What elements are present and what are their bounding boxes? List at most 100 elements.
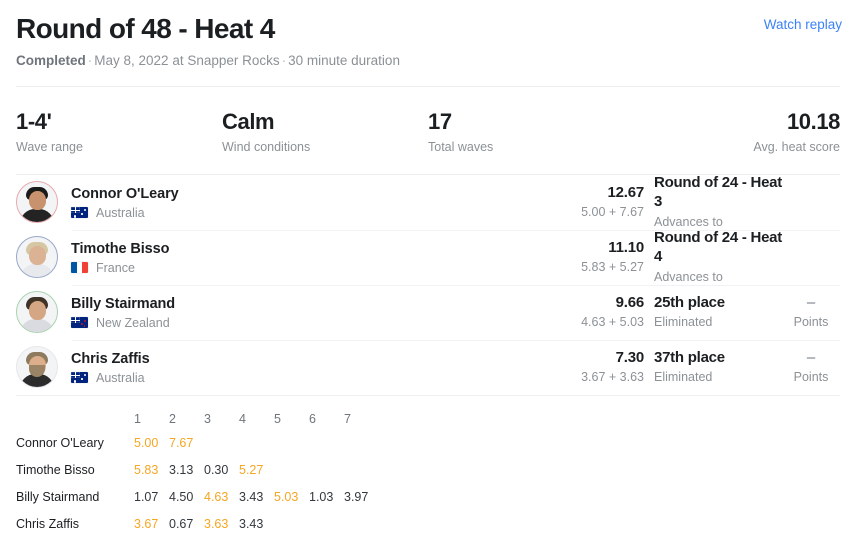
athlete-country: Australia [71, 206, 179, 220]
heat-results-page: Round of 48 - Heat 4 Completed · May 8, 20… [0, 0, 856, 551]
wave-score [344, 511, 379, 538]
wave-score [309, 430, 344, 457]
athlete-name: Connor O'Leary [71, 185, 179, 202]
stat-value: 10.18 [786, 108, 840, 134]
stat-avg-heat-score: 10.18 Avg. heat score [634, 109, 840, 154]
wave-header-4: 4 [239, 411, 246, 426]
wave-score: 3.43 [239, 490, 264, 505]
score-breakdown: 5.00 + 7.67 [581, 205, 644, 220]
wave-header-6: 6 [309, 411, 316, 426]
heat-header: Round of 48 - Heat 4 Completed · May 8, 20… [0, 0, 856, 70]
wave-table-header-row: 1 2 3 4 5 6 7 [16, 408, 840, 430]
avatar [16, 181, 58, 224]
athlete-name: Timothe Bisso [71, 240, 170, 257]
wave-header-spacer [379, 408, 840, 430]
outcome-label: Eliminated [654, 315, 713, 330]
athlete-text: Connor O'Leary Australia [71, 185, 179, 220]
avatar [16, 291, 58, 334]
country-name: Australia [96, 205, 145, 220]
wave-header-5: 5 [274, 411, 281, 426]
surfer-row[interactable]: Connor O'Leary Australia 12.67 5.00 + 7.… [16, 174, 840, 230]
wave-scores-section: 1 2 3 4 5 6 7 Connor O'Leary 5.00 7.67 T… [0, 396, 856, 538]
outcome-destination: 25th place [654, 293, 725, 311]
stat-value: 1-4' [16, 108, 52, 134]
wave-score: 5.83 [134, 463, 159, 478]
wave-row-spacer [379, 457, 840, 484]
wave-row-spacer [379, 511, 840, 538]
stat-label: Wave range [16, 139, 83, 154]
wave-row-athlete: Chris Zaffis [16, 517, 79, 532]
wave-score [344, 457, 379, 484]
country-name: Australia [96, 370, 145, 385]
heat-total: 12.67 [607, 183, 644, 201]
athlete-country: New Zealand [71, 316, 175, 330]
outcome-block[interactable]: Round of 24 - Heat 3 Advances to [654, 174, 782, 230]
points-label: Points [793, 370, 829, 385]
fr-flag-icon [71, 262, 88, 274]
points-label: Points [793, 315, 829, 330]
heat-duration: 30 minute duration [288, 53, 400, 69]
stat-value: 17 [428, 108, 452, 134]
wave-scores-table: 1 2 3 4 5 6 7 Connor O'Leary 5.00 7.67 T… [16, 408, 840, 538]
athlete-country: Australia [71, 371, 150, 385]
athlete-name: Billy Stairmand [71, 295, 176, 312]
athlete-billy-stairmand[interactable]: Billy Stairmand New Zealand [16, 291, 544, 334]
page-title: Round of 48 - Heat 4 [16, 13, 275, 44]
stat-value: Calm [222, 108, 275, 134]
score-block: 7.30 3.67 + 3.63 [544, 349, 654, 386]
stat-label: Wind conditions [222, 139, 311, 154]
outcome-label: Advances to [654, 214, 723, 229]
au-flag-icon [71, 207, 88, 219]
score-breakdown: 4.63 + 5.03 [581, 315, 644, 330]
athlete-timothe-bisso[interactable]: Timothe Bisso France [16, 236, 544, 279]
athlete-connor-oleary[interactable]: Connor O'Leary Australia [16, 181, 544, 224]
athlete-text: Billy Stairmand New Zealand [71, 295, 175, 330]
stat-wave-range: 1-4' Wave range [16, 109, 222, 154]
score-breakdown: 3.67 + 3.63 [581, 370, 644, 385]
outcome-block[interactable]: Round of 24 - Heat 4 Advances to [654, 229, 782, 285]
score-block: 9.66 4.63 + 5.03 [544, 294, 654, 331]
score-block: 12.67 5.00 + 7.67 [544, 184, 654, 221]
avatar [16, 346, 58, 389]
heat-total: 11.10 [608, 238, 644, 256]
wave-row-athlete: Connor O'Leary [16, 436, 104, 451]
score-breakdown: 5.83 + 5.27 [581, 260, 644, 275]
table-row: Timothe Bisso 5.83 3.13 0.30 5.27 [16, 457, 840, 484]
surfer-list: Connor O'Leary Australia 12.67 5.00 + 7.… [0, 174, 856, 395]
surfer-row[interactable]: Billy Stairmand New Zealand 9.66 4.63 + … [16, 284, 840, 340]
outcome-block: 37th place Eliminated [654, 349, 782, 386]
wave-score: 3.97 [344, 490, 369, 505]
score-block: 11.10 5.83 + 5.27 [544, 239, 654, 276]
wave-score [344, 430, 379, 457]
points-block: – Points [782, 349, 840, 386]
athlete-name: Chris Zaffis [71, 350, 150, 367]
wave-score: 4.63 [204, 490, 229, 505]
outcome-destination[interactable]: Round of 24 - Heat 3 [654, 174, 782, 212]
wave-score: 3.13 [169, 463, 194, 478]
wave-score [274, 511, 309, 538]
wave-score [274, 457, 309, 484]
wave-score [309, 457, 344, 484]
outcome-destination[interactable]: Round of 24 - Heat 4 [654, 229, 782, 267]
watch-replay-link[interactable]: Watch replay [764, 17, 842, 32]
surfer-row[interactable]: Timothe Bisso France 11.10 5.83 + 5.27 R… [16, 229, 840, 285]
wave-score: 5.27 [239, 463, 264, 478]
table-row: Billy Stairmand 1.07 4.50 4.63 3.43 5.03… [16, 484, 840, 511]
outcome-destination: 37th place [654, 348, 725, 366]
outcome-label: Advances to [654, 269, 723, 284]
wave-score: 0.30 [204, 463, 229, 478]
wave-score: 3.63 [204, 517, 229, 532]
heat-total: 9.66 [615, 293, 645, 311]
athlete-text: Chris Zaffis Australia [71, 350, 150, 385]
heat-total: 7.30 [615, 348, 645, 366]
surfer-row[interactable]: Chris Zaffis Australia 7.30 3.67 + 3.63 … [16, 339, 840, 395]
athlete-chris-zaffis[interactable]: Chris Zaffis Australia [16, 346, 544, 389]
wave-row-athlete: Timothe Bisso [16, 463, 95, 478]
wave-score: 1.03 [309, 490, 334, 505]
outcome-block: 25th place Eliminated [654, 294, 782, 331]
avatar [16, 236, 58, 279]
wave-header-1: 1 [134, 411, 141, 426]
wave-score: 0.67 [169, 517, 194, 532]
points-block [782, 256, 840, 259]
nz-flag-icon [71, 317, 88, 329]
